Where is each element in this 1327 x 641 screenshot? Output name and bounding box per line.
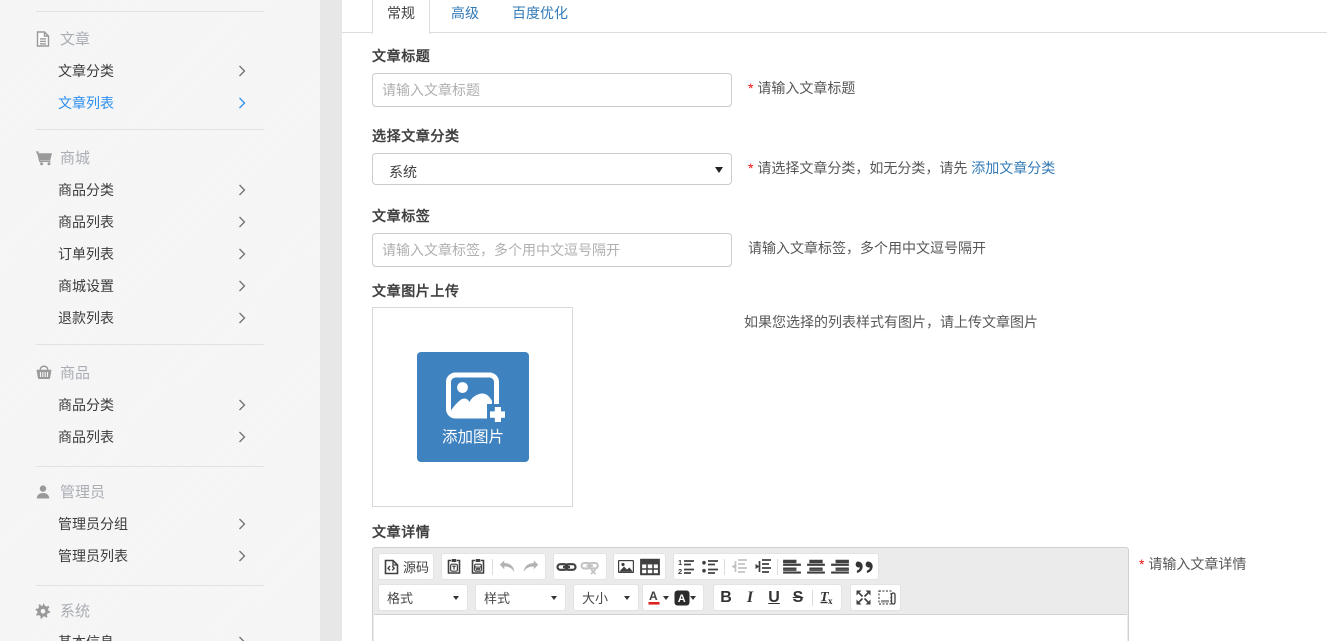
svg-text:2: 2 <box>678 567 682 575</box>
svg-text:x: x <box>828 596 833 606</box>
svg-text:A: A <box>649 589 658 603</box>
svg-text:A: A <box>677 593 685 605</box>
svg-text:1: 1 <box>678 558 682 567</box>
